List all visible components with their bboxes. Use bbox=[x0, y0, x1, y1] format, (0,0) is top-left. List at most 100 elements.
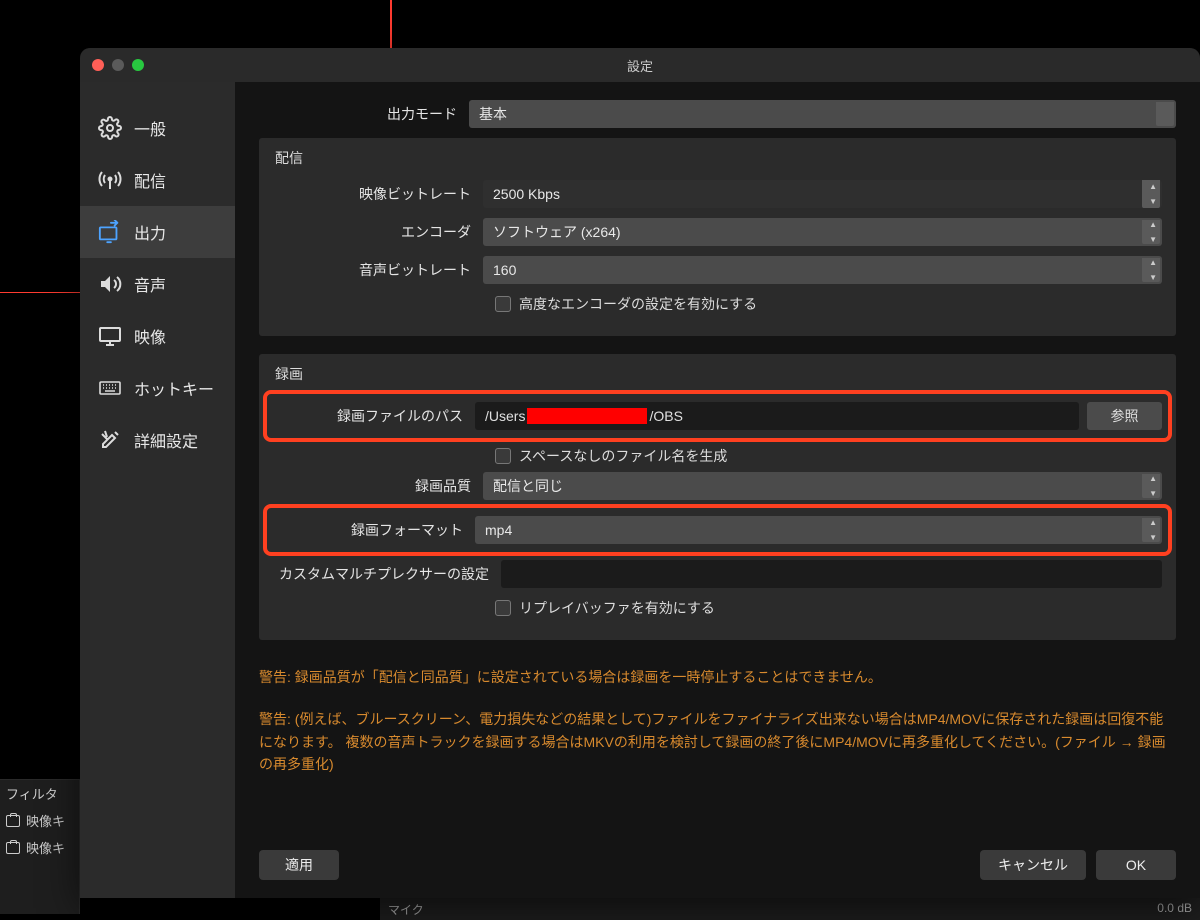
row-muxer: カスタムマルチプレクサーの設定 bbox=[273, 560, 1162, 588]
checkbox-nospace-filename[interactable] bbox=[495, 448, 511, 464]
ok-button[interactable]: OK bbox=[1096, 850, 1176, 880]
label-record-format: 録画フォーマット bbox=[273, 520, 475, 540]
select-value: 基本 bbox=[479, 104, 507, 124]
background-red-line-vertical bbox=[390, 0, 392, 48]
checkbox-advanced-encoder[interactable] bbox=[495, 296, 511, 312]
source-row-1: 映像キ bbox=[0, 807, 79, 834]
sidebar-item-label: ホットキー bbox=[134, 376, 214, 400]
background-red-line-horizontal bbox=[0, 292, 80, 293]
camera-icon bbox=[6, 842, 20, 854]
zoom-icon[interactable] bbox=[132, 59, 144, 71]
settings-window: 設定 一般 配信 出力 bbox=[80, 48, 1200, 898]
chevron-down-icon: ▼ bbox=[1149, 197, 1157, 206]
select-value: 配信と同じ bbox=[493, 476, 563, 496]
checkbox-replay-buffer[interactable] bbox=[495, 600, 511, 616]
chevron-down-icon: ▼ bbox=[1149, 489, 1157, 498]
warning-pause: 警告: 録画品質が「配信と同品質」に設定されている場合は録画を一時停止することは… bbox=[259, 666, 1176, 688]
sidebar-item-general[interactable]: 一般 bbox=[80, 102, 235, 154]
tools-icon bbox=[98, 428, 122, 452]
apply-button[interactable]: 適用 bbox=[259, 850, 339, 880]
sidebar-item-output[interactable]: 出力 bbox=[80, 206, 235, 258]
label-encoder: エンコーダ bbox=[273, 222, 483, 242]
sidebar-item-label: 配信 bbox=[134, 168, 166, 192]
select-value: ソフトウェア (x264) bbox=[493, 222, 621, 242]
speaker-icon bbox=[98, 272, 122, 296]
window-controls bbox=[92, 59, 144, 71]
minimize-icon bbox=[112, 59, 124, 71]
chevron-down-icon: ▼ bbox=[1149, 273, 1157, 282]
chevron-up-icon: ▲ bbox=[1149, 474, 1157, 483]
group-title-recording: 録画 bbox=[275, 364, 1162, 384]
settings-sidebar: 一般 配信 出力 音声 bbox=[80, 82, 235, 898]
browse-button[interactable]: 参照 bbox=[1087, 402, 1162, 430]
label-record-quality: 録画品質 bbox=[273, 476, 483, 496]
select-value: mp4 bbox=[485, 522, 512, 538]
mic-label: マイク bbox=[388, 901, 424, 917]
chevron-up-icon: ▲ bbox=[1149, 518, 1157, 527]
checkbox-label: 高度なエンコーダの設定を有効にする bbox=[519, 294, 757, 314]
group-streaming: 配信 映像ビットレート 2500 Kbps ▲ ▼ エンコーダ bbox=[259, 138, 1176, 336]
sidebar-item-label: 映像 bbox=[134, 324, 166, 348]
sidebar-item-label: 音声 bbox=[134, 272, 166, 296]
path-suffix: /OBS bbox=[649, 408, 682, 424]
select-value: 160 bbox=[493, 262, 516, 278]
select-record-quality[interactable]: 配信と同じ ▲ ▼ bbox=[483, 472, 1162, 500]
select-output-mode[interactable]: 基本 ▲ ▼ bbox=[469, 100, 1176, 128]
stepper-control[interactable] bbox=[1156, 102, 1174, 126]
output-icon bbox=[98, 220, 122, 244]
select-encoder[interactable]: ソフトウェア (x264) ▲ ▼ bbox=[483, 218, 1162, 246]
label-audio-bitrate: 音声ビットレート bbox=[273, 260, 483, 280]
sidebar-item-advanced[interactable]: 詳細設定 bbox=[80, 414, 235, 466]
select-audio-bitrate[interactable]: 160 ▲ ▼ bbox=[483, 256, 1162, 284]
keyboard-icon bbox=[98, 376, 122, 400]
db-label: 0.0 dB bbox=[1157, 901, 1192, 917]
sidebar-item-label: 一般 bbox=[134, 116, 166, 140]
label-muxer: カスタムマルチプレクサーの設定 bbox=[273, 564, 501, 584]
row-audio-bitrate: 音声ビットレート 160 ▲ ▼ bbox=[273, 256, 1162, 284]
cancel-button[interactable]: キャンセル bbox=[980, 850, 1086, 880]
input-record-path[interactable]: /Users/OBS bbox=[475, 402, 1079, 430]
filter-label: フィルタ bbox=[0, 780, 79, 807]
label-record-path: 録画ファイルのパス bbox=[273, 406, 475, 426]
sidebar-item-audio[interactable]: 音声 bbox=[80, 258, 235, 310]
source-row-2: 映像キ bbox=[0, 834, 79, 861]
row-encoder: エンコーダ ソフトウェア (x264) ▲ ▼ bbox=[273, 218, 1162, 246]
row-record-path: 録画ファイルのパス /Users/OBS 参照 bbox=[269, 396, 1166, 436]
background-status-bar: マイク 0.0 dB bbox=[380, 898, 1200, 920]
path-prefix: /Users bbox=[485, 408, 525, 424]
sidebar-item-stream[interactable]: 配信 bbox=[80, 154, 235, 206]
input-muxer[interactable] bbox=[501, 560, 1162, 588]
group-title-streaming: 配信 bbox=[275, 148, 1162, 168]
label-output-mode: 出力モード bbox=[259, 104, 469, 124]
sidebar-item-label: 出力 bbox=[134, 220, 166, 244]
row-record-quality: 録画品質 配信と同じ ▲ ▼ bbox=[273, 472, 1162, 500]
row-advanced-encoder-checkbox: 高度なエンコーダの設定を有効にする bbox=[495, 294, 1162, 314]
group-recording: 録画 録画ファイルのパス /Users/OBS 参照 スペースなしのファイル名を… bbox=[259, 354, 1176, 640]
camera-icon bbox=[6, 815, 20, 827]
row-output-mode: 出力モード 基本 ▲ ▼ bbox=[259, 100, 1176, 128]
select-record-format[interactable]: mp4 ▲ ▼ bbox=[475, 516, 1162, 544]
warning-mp4: 警告: (例えば、ブルースクリーン、電力損失などの結果として)ファイルをファイナ… bbox=[259, 708, 1176, 775]
row-nospace-checkbox: スペースなしのファイル名を生成 bbox=[495, 446, 1162, 466]
gear-icon bbox=[98, 116, 122, 140]
chevron-up-icon: ▲ bbox=[1149, 182, 1157, 191]
label-video-bitrate: 映像ビットレート bbox=[273, 184, 483, 204]
row-video-bitrate: 映像ビットレート 2500 Kbps ▲ ▼ bbox=[273, 180, 1162, 208]
settings-content: 出力モード 基本 ▲ ▼ 配信 映像ビットレート bbox=[235, 82, 1200, 898]
chevron-up-icon: ▲ bbox=[1149, 258, 1157, 267]
checkbox-label: スペースなしのファイル名を生成 bbox=[519, 446, 727, 466]
titlebar[interactable]: 設定 bbox=[80, 48, 1200, 82]
antenna-icon bbox=[98, 168, 122, 192]
chevron-down-icon: ▼ bbox=[1149, 235, 1157, 244]
input-video-bitrate[interactable]: 2500 Kbps ▲ ▼ bbox=[483, 180, 1162, 208]
source-label: 映像キ bbox=[26, 811, 65, 830]
window-title: 設定 bbox=[627, 56, 653, 75]
close-icon[interactable] bbox=[92, 59, 104, 71]
sidebar-item-label: 詳細設定 bbox=[134, 428, 198, 452]
source-label: 映像キ bbox=[26, 838, 65, 857]
row-replay-checkbox: リプレイバッファを有効にする bbox=[495, 598, 1162, 618]
sidebar-item-hotkeys[interactable]: ホットキー bbox=[80, 362, 235, 414]
sidebar-item-video[interactable]: 映像 bbox=[80, 310, 235, 362]
row-record-format: 録画フォーマット mp4 ▲ ▼ bbox=[269, 510, 1166, 550]
chevron-down-icon: ▼ bbox=[1149, 533, 1157, 542]
